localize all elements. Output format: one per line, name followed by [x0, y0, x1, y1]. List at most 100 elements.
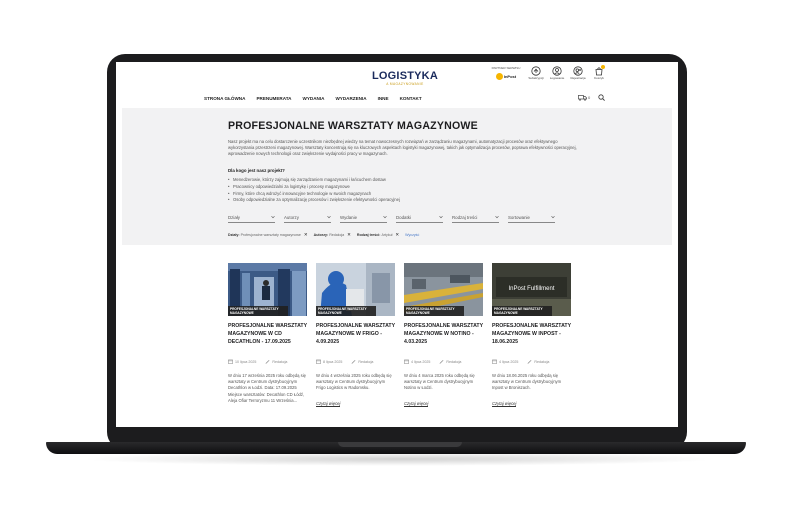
article-thumbnail[interactable]: PROFESJONALNE WARSZTATY MAGAZYNOWE: [316, 263, 395, 316]
browser-screen: LOGISTYKA A MAGAZYNOWANIE PARTNER SERWIS…: [116, 62, 678, 427]
chip-key: Autorzy:: [313, 233, 329, 237]
user-icon: [552, 66, 562, 76]
article-excerpt: W dniu 4 marca 2025 roku odbędą się wars…: [404, 373, 475, 391]
date-text: 4 lipca 2025: [499, 359, 519, 364]
article-thumbnail[interactable]: InPost Fulfillment PROFESJONALNE WARSZTA…: [492, 263, 571, 316]
laptop-notch: [338, 442, 462, 447]
filter-content-type[interactable]: Rodzaj treści: [452, 215, 499, 223]
nav-item-contact[interactable]: KONTAKT: [400, 96, 422, 101]
register-button[interactable]: Rejestracja: [570, 66, 586, 81]
intro-panel: PROFESJONALNE WARSZTATY MAGAZYNOWE Nasz …: [122, 108, 672, 245]
nav-item-subscription[interactable]: PRENUMERATA: [256, 96, 291, 101]
subscription-label: Subskrypcji: [528, 76, 544, 80]
partner-logo: InPost: [490, 73, 522, 80]
author-text: Redakcja: [534, 359, 550, 364]
article-title[interactable]: PROFESJONALNE WARSZTATY MAGAZYNOWE W FRI…: [316, 323, 395, 354]
chevron-down-icon: [327, 215, 331, 219]
close-icon[interactable]: ✕: [347, 232, 351, 238]
audience-heading: Dla kogo jest nasz projekt?: [228, 168, 285, 173]
author-text: Redakcja: [358, 359, 374, 364]
chip-value: Redakcja: [329, 233, 345, 237]
article-title[interactable]: PROFESJONALNE WARSZTATY MAGAZYNOWE W INP…: [492, 323, 571, 354]
nav-tools: 0: [578, 94, 606, 101]
cart-count: 0: [588, 95, 591, 100]
active-filter-chip: Działy: Profesjonalne warsztaty magazynow…: [228, 232, 308, 238]
calendar-icon: [316, 359, 321, 364]
article-card[interactable]: InPost Fulfillment PROFESJONALNE WARSZTA…: [492, 263, 571, 410]
chip-key: Działy:: [228, 233, 240, 237]
pencil-icon: [265, 359, 270, 364]
close-icon[interactable]: ✕: [304, 232, 308, 238]
category-badge: PROFESJONALNE WARSZTATY MAGAZYNOWE: [404, 306, 464, 316]
nav-item-other[interactable]: INNE: [378, 96, 389, 101]
article-card[interactable]: PROFESJONALNE WARSZTATY MAGAZYNOWE PROFE…: [404, 263, 483, 410]
article-excerpt: W dniu 4 września 2025 roku odbędą się w…: [316, 373, 392, 391]
subscription-button[interactable]: Subskrypcji: [528, 66, 544, 81]
pencil-icon: [439, 359, 444, 364]
calendar-icon: [228, 359, 233, 364]
article-card[interactable]: PROFESJONALNE WARSZTATY MAGAZYNOWE PROFE…: [316, 263, 395, 410]
login-button[interactable]: Logowanie: [549, 66, 565, 81]
article-meta: 10 lipca 2025 Redakcja: [228, 359, 307, 364]
close-icon[interactable]: ✕: [395, 232, 399, 238]
author-text: Redakcja: [272, 359, 288, 364]
pencil-icon: [351, 359, 356, 364]
clear-filters-link[interactable]: Wyczyść: [405, 233, 419, 237]
article-author: Redakcja: [527, 359, 549, 364]
page-title: PROFESJONALNE WARSZTATY MAGAZYNOWE: [228, 120, 478, 132]
login-label: Logowanie: [549, 76, 565, 80]
thumb-sign-text: InPost Fulfillment: [508, 286, 554, 292]
search-icon[interactable]: [598, 94, 606, 101]
category-badge: PROFESJONALNE WARSZTATY MAGAZYNOWE: [492, 306, 552, 316]
filter-supplements[interactable]: Dodatki: [396, 215, 443, 223]
chip-key: Rodzaj treści:: [356, 233, 381, 237]
cart-button[interactable]: Koszyk: [591, 65, 607, 81]
list-item: Firmy, które chcą wdrożyć innowacyjne te…: [228, 191, 400, 198]
chip-value: Artykuł: [381, 233, 393, 237]
read-more-link[interactable]: Czytaj więcej: [404, 401, 429, 407]
article-author: Redakcja: [265, 359, 287, 364]
article-title[interactable]: PROFESJONALNE WARSZTATY MAGAZYNOWE W CD …: [228, 323, 307, 354]
filter-label: Dodatki: [396, 215, 411, 220]
chevron-down-icon: [495, 215, 499, 219]
inpost-logo-icon: [495, 73, 503, 80]
active-filter-chip: Autorzy: Redakcja ✕: [314, 232, 351, 238]
chevron-down-icon: [439, 215, 443, 219]
article-thumbnail[interactable]: PROFESJONALNE WARSZTATY MAGAZYNOWE: [228, 263, 307, 316]
nav-item-home[interactable]: STRONA GŁÓWNA: [204, 96, 245, 101]
active-filter-chip: Rodzaj treści: Artykuł ✕: [357, 232, 399, 238]
category-badge: PROFESJONALNE WARSZTATY MAGAZYNOWE: [316, 306, 376, 316]
filter-issue[interactable]: Wydanie: [340, 215, 387, 223]
chip-value: Profesjonalne warsztaty magazynowe: [240, 233, 301, 237]
chevron-down-icon: [383, 215, 387, 219]
article-date: 8 lipca 2025: [316, 359, 342, 364]
register-icon: [573, 66, 583, 76]
article-thumbnail[interactable]: PROFESJONALNE WARSZTATY MAGAZYNOWE: [404, 263, 483, 316]
read-more-link[interactable]: Czytaj więcej: [316, 401, 341, 407]
calendar-icon: [492, 359, 497, 364]
logo-sub-text: A MAGAZYNOWANIE: [386, 82, 424, 86]
delivery-cart-button[interactable]: 0: [578, 94, 591, 101]
nav-item-events[interactable]: WYDARZENIA: [335, 96, 366, 101]
filter-sort[interactable]: Sortowanie: [508, 215, 555, 223]
filter-sections[interactable]: Działy: [228, 215, 275, 223]
site-logo[interactable]: LOGISTYKA A MAGAZYNOWANIE: [372, 70, 438, 87]
nav-item-issues[interactable]: WYDANIA: [302, 96, 324, 101]
article-author: Redakcja: [439, 359, 461, 364]
logo-main-text: LOGISTYKA: [372, 70, 438, 82]
article-date: 4 lipca 2025: [492, 359, 518, 364]
article-card[interactable]: PROFESJONALNE WARSZTATY MAGAZYNOWE PROFE…: [228, 263, 307, 410]
list-item: Menedżerowie, którzy zajmują się zarządz…: [228, 177, 400, 184]
article-date: 4 lipca 2025: [404, 359, 430, 364]
filter-authors[interactable]: Autorzy: [284, 215, 331, 223]
author-text: Redakcja: [446, 359, 462, 364]
article-date: 10 lipca 2025: [228, 359, 256, 364]
partner-badge[interactable]: PARTNER SERWISU InPost: [490, 66, 522, 80]
audience-list: Menedżerowie, którzy zajmują się zarządz…: [228, 177, 400, 204]
chevron-down-icon: [551, 215, 555, 219]
article-title[interactable]: PROFESJONALNE WARSZTATY MAGAZYNOWE W NOT…: [404, 323, 483, 354]
chevron-down-icon: [271, 215, 275, 219]
read-more-link[interactable]: Czytaj więcej: [492, 401, 517, 407]
article-grid: PROFESJONALNE WARSZTATY MAGAZYNOWE PROFE…: [228, 263, 571, 410]
partner-name: InPost: [503, 74, 517, 79]
